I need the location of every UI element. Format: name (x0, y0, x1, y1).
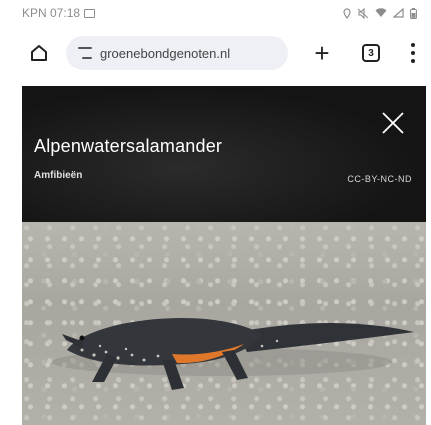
salamander-photo (22, 222, 426, 425)
status-icons (343, 7, 417, 19)
home-icon (31, 45, 47, 61)
tune-icon[interactable] (78, 47, 92, 59)
status-bar: KPN 07:18 (0, 0, 431, 26)
species-title: Alpenwatersalamander (34, 136, 223, 156)
tab-switcher-button[interactable]: 3 (362, 44, 380, 62)
new-tab-button[interactable]: + (310, 38, 334, 68)
species-category: Amfibieën (34, 170, 83, 181)
gallery-notification-icon (84, 8, 96, 18)
signal-icon (393, 8, 404, 18)
license-label: CC-BY-NC-ND (347, 174, 412, 184)
wifi-icon (375, 8, 387, 17)
status-left: KPN 07:18 (22, 6, 96, 20)
browser-toolbar: groenebondgenoten.nl + 3 (0, 26, 431, 80)
location-icon (343, 7, 351, 19)
address-bar[interactable]: groenebondgenoten.nl (66, 36, 288, 70)
url-text: groenebondgenoten.nl (100, 45, 231, 61)
carrier-time: KPN 07:18 (22, 6, 81, 20)
battery-icon (410, 7, 417, 19)
image-viewer: Alpenwatersalamander Amfibieën CC-BY-NC-… (22, 86, 426, 425)
plus-icon: + (314, 38, 330, 68)
home-button[interactable] (26, 40, 52, 66)
close-icon[interactable] (380, 110, 406, 136)
tab-count: 3 (368, 47, 374, 59)
viewer-header: Alpenwatersalamander Amfibieën CC-BY-NC-… (22, 86, 426, 222)
more-vert-icon[interactable] (410, 43, 416, 63)
phone-screen: KPN 07:18 groenebondgenoten.nl + 3 Alpen… (0, 0, 431, 425)
salamander-image (52, 318, 414, 390)
mute-icon (357, 7, 369, 19)
